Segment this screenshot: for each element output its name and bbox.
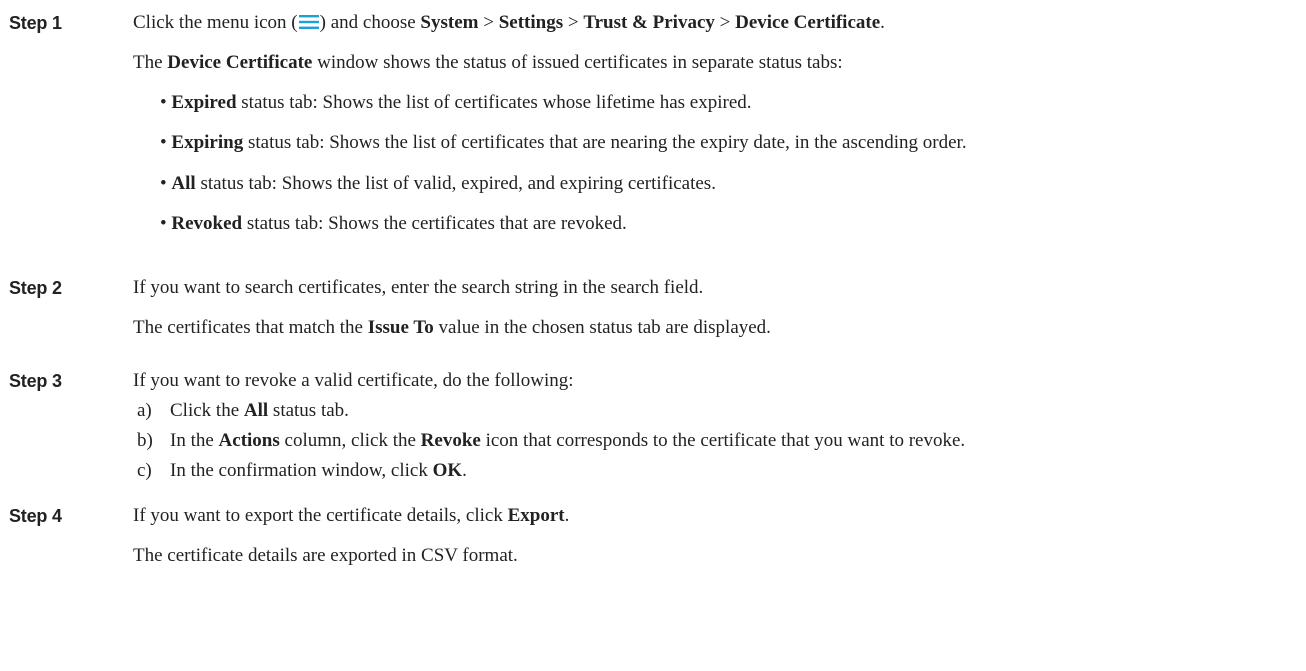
step-4-instruction: If you want to export the certificate de… <box>133 504 569 528</box>
bullet-expired: • Expired status tab: Shows the list of … <box>160 91 752 115</box>
tab-name: All <box>243 400 269 421</box>
tab-name: Expiring <box>171 132 244 153</box>
substep-text: icon that corresponds to the certificate… <box>480 430 966 451</box>
step-1-text: Click the menu icon ( <box>133 12 298 33</box>
tab-name: Expired <box>171 92 237 113</box>
tab-name: All <box>171 173 196 194</box>
result-text: window shows the status of issued certif… <box>312 52 843 73</box>
bullet-text: status tab: Shows the certificates that … <box>242 213 627 234</box>
menu-icon <box>298 15 319 29</box>
bullet-text: status tab: Shows the list of certificat… <box>236 92 752 113</box>
substep-text: column, click the <box>279 430 421 451</box>
step-1-result: The Device Certificate window shows the … <box>133 51 843 75</box>
bullet-icon: • <box>160 213 172 234</box>
menu-path-system: System <box>420 12 479 33</box>
step-1-text: ) and choose <box>319 12 421 33</box>
step-4-label: Step 4 <box>9 506 62 526</box>
bullet-icon: • <box>160 173 172 194</box>
path-separator: > <box>563 12 584 33</box>
column-name: Actions <box>218 430 280 451</box>
menu-path-trust-privacy: Trust & Privacy <box>583 12 715 33</box>
step-2-result: The certificates that match the Issue To… <box>133 316 771 340</box>
bullet-icon: • <box>160 132 172 153</box>
bullet-text: status tab: Shows the list of valid, exp… <box>195 173 716 194</box>
bullet-text: status tab: Shows the list of certificat… <box>243 132 967 153</box>
period: . <box>564 505 570 526</box>
substep-a: a) Click the All status tab. <box>137 399 349 423</box>
step-1-label: Step 1 <box>9 13 62 33</box>
instruction-text: If you want to export the certificate de… <box>133 505 508 526</box>
substep-marker: b) <box>137 430 153 451</box>
field-name: Issue To <box>367 317 434 338</box>
menu-path-settings: Settings <box>498 12 564 33</box>
tab-name: Revoked <box>171 213 243 234</box>
button-name: Export <box>507 505 565 526</box>
substep-marker: a) <box>137 400 152 421</box>
substep-text: . <box>462 460 467 481</box>
bullet-revoked: • Revoked status tab: Shows the certific… <box>160 212 627 236</box>
step-3-label: Step 3 <box>9 371 62 391</box>
substep-text: In the <box>170 430 219 451</box>
period: . <box>880 12 885 33</box>
step-4-result: The certificate details are exported in … <box>133 545 518 566</box>
substep-text: status tab. <box>268 400 349 421</box>
step-1-instruction: Click the menu icon ( ) and choose System… <box>133 11 885 35</box>
step-2-label: Step 2 <box>9 278 62 298</box>
bullet-all: • All status tab: Shows the list of vali… <box>160 172 716 196</box>
step-3-instruction: If you want to revoke a valid certificat… <box>133 370 574 391</box>
step-2-instruction: If you want to search certificates, ente… <box>133 277 704 298</box>
result-text: value in the chosen status tab are displ… <box>433 317 771 338</box>
button-name: OK <box>432 460 463 481</box>
path-separator: > <box>478 12 499 33</box>
substep-marker: c) <box>137 460 152 481</box>
bullet-expiring: • Expiring status tab: Shows the list of… <box>160 131 967 155</box>
result-text: The certificates that match the <box>133 317 368 338</box>
menu-path-device-certificate: Device Certificate <box>735 12 881 33</box>
substep-text: Click the <box>170 400 244 421</box>
path-separator: > <box>714 12 736 33</box>
window-name: Device Certificate <box>167 52 313 73</box>
substep-text: In the confirmation window, click <box>170 460 433 481</box>
icon-name: Revoke <box>420 430 481 451</box>
substep-c: c) In the confirmation window, click OK. <box>137 459 467 483</box>
substep-b: b) In the Actions column, click the Revok… <box>137 429 965 453</box>
bullet-icon: • <box>160 92 172 113</box>
result-text: The <box>133 52 168 73</box>
